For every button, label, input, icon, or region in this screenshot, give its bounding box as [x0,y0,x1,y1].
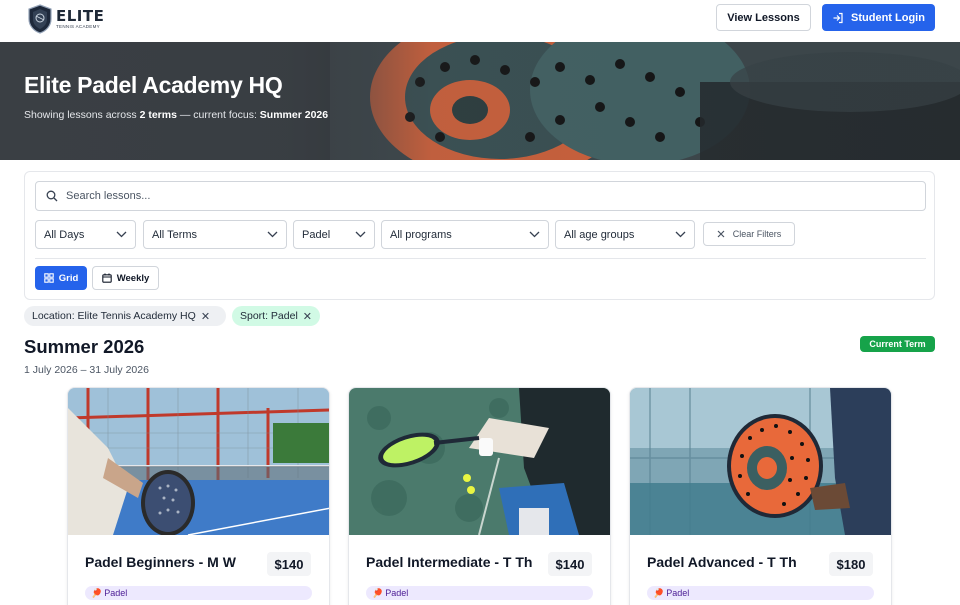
racket-icon: 🏓 [653,587,665,598]
lesson-price: $180 [829,552,873,576]
chevron-down-icon [529,231,540,238]
lesson-card[interactable]: Padel Intermediate - T Th $140 🏓 Padel [348,387,611,605]
grid-view-button[interactable]: Grid [35,266,87,290]
filter-panel: All Days All Terms Padel All programs Al… [24,171,935,300]
logo-subtext: TENNIS ACADEMY [56,23,100,29]
view-lessons-button[interactable]: View Lessons [716,4,811,31]
login-icon [833,12,843,23]
lesson-price: $140 [548,552,592,576]
term-dates: 1 July 2026 – 31 July 2026 [24,364,149,376]
shield-logo-icon [28,4,52,34]
lesson-card[interactable]: Padel Beginners - M W $140 🏓 Padel [67,387,330,605]
hero-banner: Elite Padel Academy HQ Showing lessons a… [0,42,960,160]
current-term-badge: Current Term [860,336,935,352]
close-icon[interactable]: ✕ [201,310,210,323]
calendar-icon [101,273,112,283]
logo[interactable]: ELITE TENNIS ACADEMY [27,3,104,35]
sport-tag: 🏓 Padel [366,586,593,600]
panel-divider [35,258,926,259]
chevron-down-icon [675,231,686,238]
day-select[interactable]: All Days [35,220,136,249]
logo-text: ELITE [56,6,105,25]
term-count: 2 terms [139,109,177,121]
lesson-name: Padel Advanced - T Th [647,554,797,570]
page-title: Elite Padel Academy HQ [24,72,283,98]
student-login-button[interactable]: Student Login [822,4,935,31]
grid-icon [43,273,54,283]
search-box[interactable] [35,181,926,211]
term-title: Summer 2026 [24,336,145,357]
weekly-view-button[interactable]: Weekly [92,266,159,290]
chevron-down-icon [116,231,127,238]
sport-tag: 🏓 Padel [647,586,874,600]
hero-subtitle: Showing lessons across 2 terms — current… [24,109,329,121]
clear-filters-button[interactable]: Clear Filters [703,222,795,246]
current-focus: Summer 2026 [259,109,329,121]
racket-icon: 🏓 [372,587,384,598]
lesson-image [68,388,329,535]
close-icon [717,230,725,238]
location-filter-chip[interactable]: Location: Elite Tennis Academy HQ ✕ [24,306,226,326]
chevron-down-icon [355,231,366,238]
lesson-name: Padel Intermediate - T Th [366,554,533,570]
lesson-name: Padel Beginners - M W [85,554,236,570]
close-icon[interactable]: ✕ [303,310,312,323]
search-input[interactable] [66,190,886,202]
age-group-select[interactable]: All age groups [555,220,695,249]
racket-icon: 🏓 [91,587,103,598]
top-bar: ELITE TENNIS ACADEMY View Lessons Studen… [0,0,960,42]
chevron-down-icon [267,231,278,238]
term-select[interactable]: All Terms [143,220,287,249]
lesson-image [630,388,891,535]
hero-image [0,42,960,160]
sport-filter-chip[interactable]: Sport: Padel ✕ [232,306,320,326]
sport-tag: 🏓 Padel [85,586,312,600]
student-login-label: Student Login [851,11,925,24]
sport-select[interactable]: Padel [293,220,375,249]
search-icon [46,190,58,202]
lesson-card[interactable]: Padel Advanced - T Th $180 🏓 Padel [629,387,892,605]
program-select[interactable]: All programs [381,220,549,249]
lesson-image [349,388,610,535]
lesson-price: $140 [267,552,311,576]
